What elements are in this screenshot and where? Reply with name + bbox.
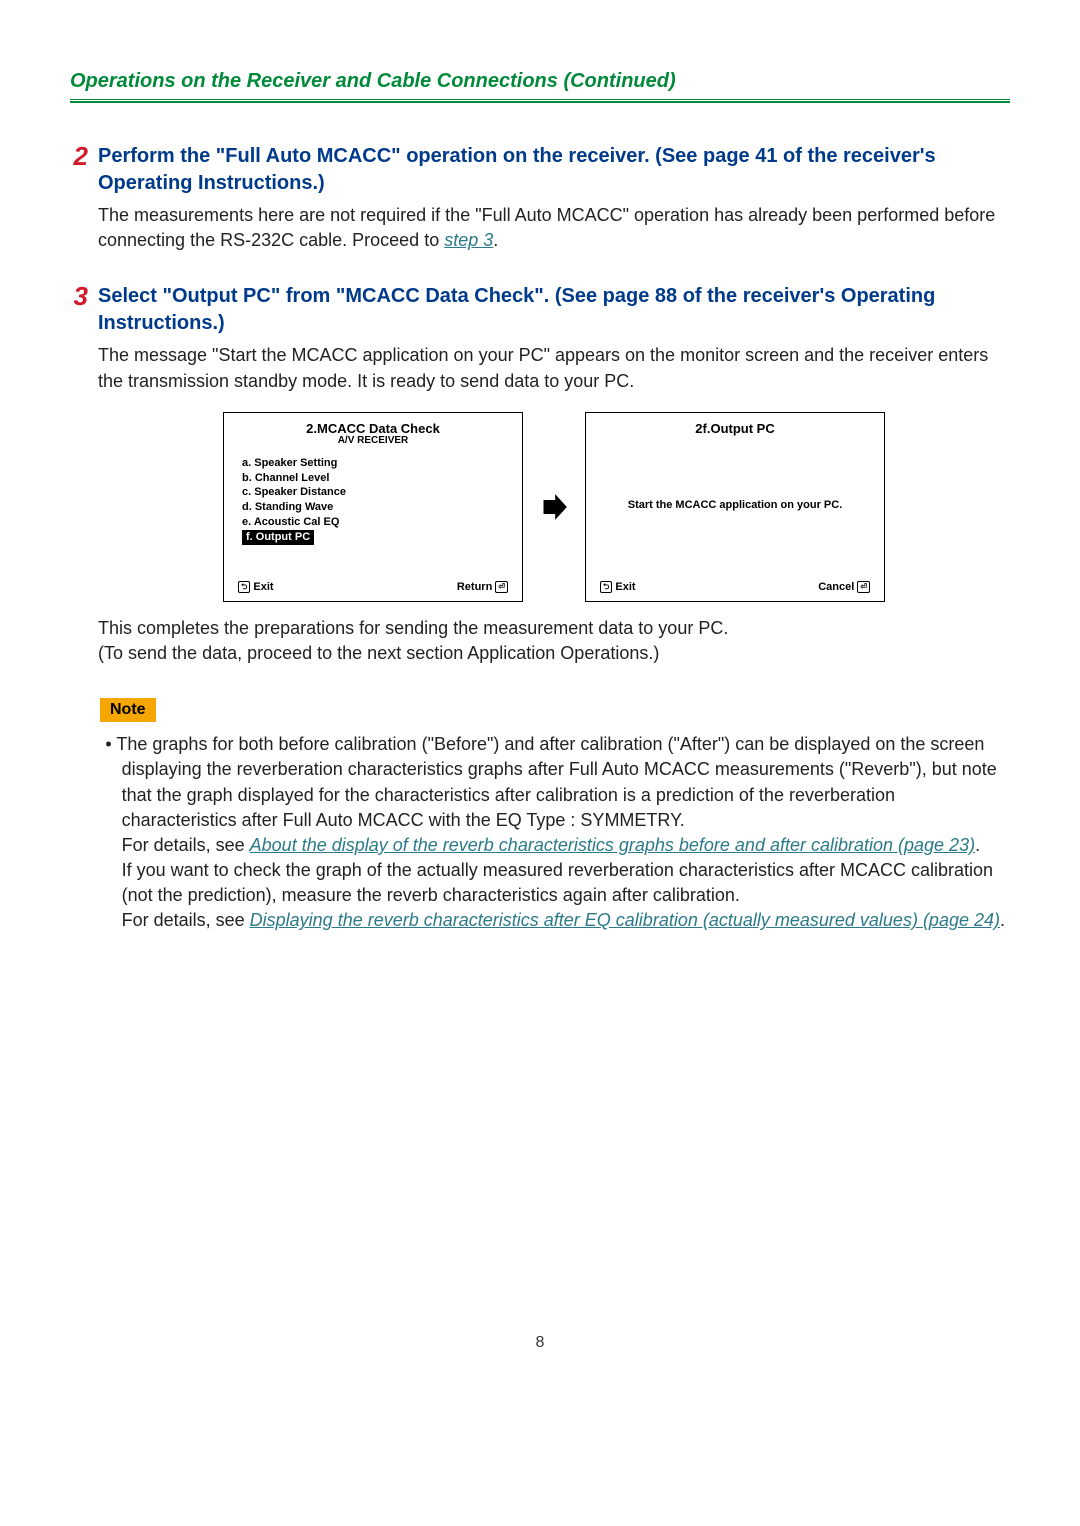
menu-right-message: Start the MCACC application on your PC. bbox=[586, 436, 884, 575]
step-3-text: The message "Start the MCACC application… bbox=[98, 343, 1010, 393]
menu-item-speaker-distance: c. Speaker Distance bbox=[242, 485, 504, 500]
menu-right-cancel: Cancel ⏎ bbox=[818, 581, 870, 593]
menu-screens: 2.MCACC Data Check A/V RECEIVER a. Speak… bbox=[98, 412, 1010, 602]
note-details-prefix-2: For details, see bbox=[122, 910, 250, 930]
step-3: 3 Select "Output PC" from "MCACC Data Ch… bbox=[70, 283, 1010, 666]
note-period-2: . bbox=[1000, 910, 1005, 930]
note-period-1: . bbox=[975, 835, 980, 855]
menu-item-speaker-setting: a. Speaker Setting bbox=[242, 456, 504, 471]
menu-left-title: 2.MCACC Data Check bbox=[224, 413, 522, 436]
step-2-text-post: . bbox=[493, 230, 498, 250]
step-number-2: 2 bbox=[70, 143, 88, 169]
menu-right-footer: ⮌ Exit Cancel ⏎ bbox=[586, 575, 884, 601]
note-label: Note bbox=[100, 698, 156, 722]
note-link-reverb-display[interactable]: About the display of the reverb characte… bbox=[250, 835, 975, 855]
menu-mcacc-data-check: 2.MCACC Data Check A/V RECEIVER a. Speak… bbox=[223, 412, 523, 602]
page-container: Operations on the Receiver and Cable Con… bbox=[0, 0, 1080, 1392]
menu-right-exit: ⮌ Exit bbox=[600, 581, 636, 593]
step-3-heading: Select "Output PC" from "MCACC Data Chec… bbox=[98, 283, 1010, 337]
menu-item-acoustic-cal-eq: e. Acoustic Cal EQ bbox=[242, 515, 504, 530]
menu-left-return: Return ⏎ bbox=[457, 581, 508, 593]
menu-right-exit-label: Exit bbox=[615, 581, 635, 593]
menu-output-pc: 2f.Output PC Start the MCACC application… bbox=[585, 412, 885, 602]
step-3-link[interactable]: step 3 bbox=[444, 230, 493, 250]
section-title: Operations on the Receiver and Cable Con… bbox=[70, 70, 1010, 93]
title-underline bbox=[70, 99, 1010, 103]
menu-left-subtitle: A/V RECEIVER bbox=[224, 435, 522, 446]
step-2: 2 Perform the "Full Auto MCACC" operatio… bbox=[70, 143, 1010, 253]
note-details-prefix-1: For details, see bbox=[122, 835, 250, 855]
step-2-text: The measurements here are not required i… bbox=[98, 203, 1010, 253]
step-3-body: Select "Output PC" from "MCACC Data Chec… bbox=[98, 283, 1010, 666]
step-3-after-2: (To send the data, proceed to the next s… bbox=[98, 641, 1010, 666]
note-list: The graphs for both before calibration (… bbox=[70, 732, 1010, 934]
menu-right-title: 2f.Output PC bbox=[586, 413, 884, 436]
page-number: 8 bbox=[70, 1334, 1010, 1352]
step-3-after-1: This completes the preparations for send… bbox=[98, 616, 1010, 641]
menu-left-exit: ⮌ Exit bbox=[238, 581, 274, 593]
menu-item-output-pc: f. Output PC bbox=[242, 530, 314, 545]
menu-left-return-label: Return bbox=[457, 581, 492, 593]
note-text-2: If you want to check the graph of the ac… bbox=[122, 860, 993, 905]
menu-left-exit-label: Exit bbox=[253, 581, 273, 593]
menu-right-cancel-label: Cancel bbox=[818, 581, 854, 593]
note-text-1: The graphs for both before calibration (… bbox=[116, 734, 996, 830]
step-2-body: Perform the "Full Auto MCACC" operation … bbox=[98, 143, 1010, 253]
menu-left-footer: ⮌ Exit Return ⏎ bbox=[224, 575, 522, 601]
return-key-icon: ⏎ bbox=[495, 581, 508, 593]
menu-item-standing-wave: d. Standing Wave bbox=[242, 500, 504, 515]
exit-key-icon-2: ⮌ bbox=[600, 581, 612, 593]
cancel-key-icon: ⏎ bbox=[857, 581, 870, 593]
menu-item-channel-level: b. Channel Level bbox=[242, 471, 504, 486]
arrow-right-icon bbox=[539, 493, 569, 521]
step-2-text-pre: The measurements here are not required i… bbox=[98, 205, 995, 250]
note-bullet: The graphs for both before calibration (… bbox=[100, 732, 1010, 934]
menu-left-list: a. Speaker Setting b. Channel Level c. S… bbox=[224, 446, 522, 575]
step-2-heading: Perform the "Full Auto MCACC" operation … bbox=[98, 143, 1010, 197]
step-number-3: 3 bbox=[70, 283, 88, 309]
exit-key-icon: ⮌ bbox=[238, 581, 250, 593]
note-link-reverb-after-eq[interactable]: Displaying the reverb characteristics af… bbox=[250, 910, 1000, 930]
